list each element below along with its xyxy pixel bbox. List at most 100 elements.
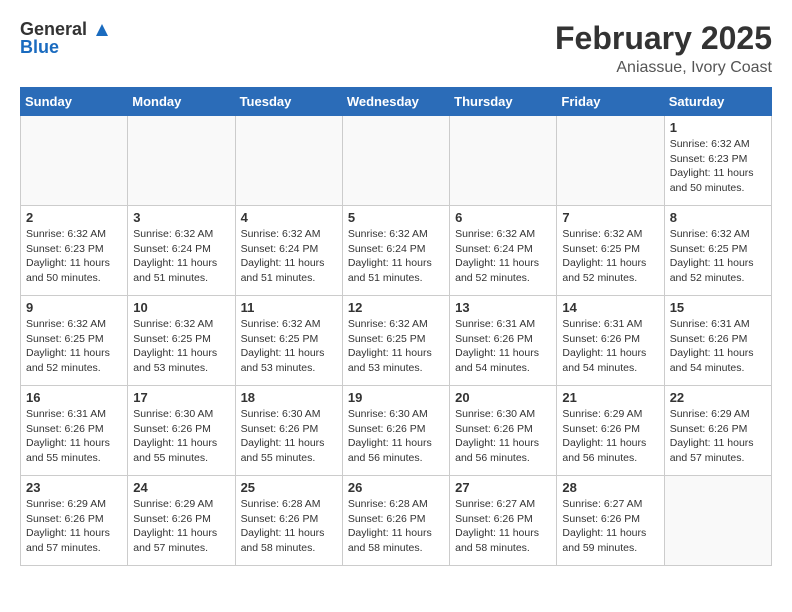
day-info: Sunrise: 6:31 AM Sunset: 6:26 PM Dayligh…	[455, 317, 551, 376]
calendar-cell: 11 Sunrise: 6:32 AM Sunset: 6:25 PM Dayli…	[235, 296, 342, 386]
calendar-cell: 18Sunrise: 6:30 AM Sunset: 6:26 PM Dayli…	[235, 386, 342, 476]
day-number: 3	[133, 210, 229, 225]
day-number: 2	[26, 210, 122, 225]
weekday-header-monday: Monday	[128, 88, 235, 116]
logo-triangle-icon	[94, 22, 110, 38]
day-number: 26	[348, 480, 444, 495]
day-number: 20	[455, 390, 551, 405]
weekday-header-thursday: Thursday	[450, 88, 557, 116]
day-number: 22	[670, 390, 766, 405]
day-number: 4	[241, 210, 337, 225]
calendar-cell: 2 Sunrise: 6:32 AM Sunset: 6:23 PM Daylig…	[21, 206, 128, 296]
day-number: 7	[562, 210, 658, 225]
day-info: Sunrise: 6:32 AM Sunset: 6:25 PM Dayligh…	[241, 317, 337, 376]
calendar-cell: 10Sunrise: 6:32 AM Sunset: 6:25 PM Dayli…	[128, 296, 235, 386]
day-info: Sunrise: 6:31 AM Sunset: 6:26 PM Dayligh…	[670, 317, 766, 376]
calendar-cell: 7Sunrise: 6:32 AM Sunset: 6:25 PM Daylig…	[557, 206, 664, 296]
logo-general: General	[20, 20, 110, 38]
week-row-3: 16 Sunrise: 6:31 AM Sunset: 6:26 PM Dayli…	[21, 386, 772, 476]
calendar-cell: 19Sunrise: 6:30 AM Sunset: 6:26 PM Dayli…	[342, 386, 449, 476]
calendar-cell: 16 Sunrise: 6:31 AM Sunset: 6:26 PM Dayli…	[21, 386, 128, 476]
day-info: Sunrise: 6:28 AM Sunset: 6:26 PM Dayligh…	[241, 497, 337, 556]
calendar-cell	[128, 116, 235, 206]
day-number: 1	[670, 120, 766, 135]
day-number: 6	[455, 210, 551, 225]
day-info: Sunrise: 6:30 AM Sunset: 6:26 PM Dayligh…	[133, 407, 229, 466]
calendar-cell	[557, 116, 664, 206]
day-number: 14	[562, 300, 658, 315]
day-info: Sunrise: 6:28 AM Sunset: 6:26 PM Dayligh…	[348, 497, 444, 556]
calendar-cell: 5 Sunrise: 6:32 AM Sunset: 6:24 PM Daylig…	[342, 206, 449, 296]
day-number: 15	[670, 300, 766, 315]
week-row-0: 1 Sunrise: 6:32 AM Sunset: 6:23 PM Daylig…	[21, 116, 772, 206]
weekday-header-row: SundayMondayTuesdayWednesdayThursdayFrid…	[21, 88, 772, 116]
weekday-header-friday: Friday	[557, 88, 664, 116]
calendar-cell	[21, 116, 128, 206]
day-info: Sunrise: 6:32 AM Sunset: 6:24 PM Dayligh…	[455, 227, 551, 286]
day-number: 21	[562, 390, 658, 405]
calendar-cell	[235, 116, 342, 206]
day-info: Sunrise: 6:32 AM Sunset: 6:24 PM Dayligh…	[348, 227, 444, 286]
calendar-table: SundayMondayTuesdayWednesdayThursdayFrid…	[20, 87, 772, 566]
calendar-cell: 12 Sunrise: 6:32 AM Sunset: 6:25 PM Dayli…	[342, 296, 449, 386]
day-info: Sunrise: 6:29 AM Sunset: 6:26 PM Dayligh…	[562, 407, 658, 466]
day-info: Sunrise: 6:29 AM Sunset: 6:26 PM Dayligh…	[26, 497, 122, 556]
week-row-1: 2 Sunrise: 6:32 AM Sunset: 6:23 PM Daylig…	[21, 206, 772, 296]
week-row-2: 9 Sunrise: 6:32 AM Sunset: 6:25 PM Daylig…	[21, 296, 772, 386]
calendar-cell: 20 Sunrise: 6:30 AM Sunset: 6:26 PM Dayli…	[450, 386, 557, 476]
calendar-cell: 4 Sunrise: 6:32 AM Sunset: 6:24 PM Daylig…	[235, 206, 342, 296]
calendar-cell: 21 Sunrise: 6:29 AM Sunset: 6:26 PM Dayli…	[557, 386, 664, 476]
calendar-cell: 6 Sunrise: 6:32 AM Sunset: 6:24 PM Daylig…	[450, 206, 557, 296]
calendar-cell: 25 Sunrise: 6:28 AM Sunset: 6:26 PM Dayli…	[235, 476, 342, 566]
calendar-cell: 1 Sunrise: 6:32 AM Sunset: 6:23 PM Daylig…	[664, 116, 771, 206]
day-info: Sunrise: 6:32 AM Sunset: 6:23 PM Dayligh…	[670, 137, 766, 196]
calendar-cell: 8 Sunrise: 6:32 AM Sunset: 6:25 PM Daylig…	[664, 206, 771, 296]
day-number: 5	[348, 210, 444, 225]
page-header: General Blue February 2025 Aniassue, Ivo…	[20, 20, 772, 77]
calendar-cell: 9 Sunrise: 6:32 AM Sunset: 6:25 PM Daylig…	[21, 296, 128, 386]
day-number: 24	[133, 480, 229, 495]
calendar-cell: 28 Sunrise: 6:27 AM Sunset: 6:26 PM Dayli…	[557, 476, 664, 566]
day-info: Sunrise: 6:31 AM Sunset: 6:26 PM Dayligh…	[26, 407, 122, 466]
day-info: Sunrise: 6:30 AM Sunset: 6:26 PM Dayligh…	[348, 407, 444, 466]
calendar-cell: 27Sunrise: 6:27 AM Sunset: 6:26 PM Dayli…	[450, 476, 557, 566]
weekday-header-saturday: Saturday	[664, 88, 771, 116]
day-info: Sunrise: 6:31 AM Sunset: 6:26 PM Dayligh…	[562, 317, 658, 376]
day-info: Sunrise: 6:32 AM Sunset: 6:24 PM Dayligh…	[133, 227, 229, 286]
day-info: Sunrise: 6:29 AM Sunset: 6:26 PM Dayligh…	[670, 407, 766, 466]
month-title: February 2025	[555, 20, 772, 57]
day-info: Sunrise: 6:30 AM Sunset: 6:26 PM Dayligh…	[455, 407, 551, 466]
day-number: 28	[562, 480, 658, 495]
calendar-cell: 24 Sunrise: 6:29 AM Sunset: 6:26 PM Dayli…	[128, 476, 235, 566]
calendar-cell	[450, 116, 557, 206]
day-number: 23	[26, 480, 122, 495]
day-number: 8	[670, 210, 766, 225]
day-info: Sunrise: 6:32 AM Sunset: 6:24 PM Dayligh…	[241, 227, 337, 286]
calendar-cell	[342, 116, 449, 206]
calendar-cell: 13 Sunrise: 6:31 AM Sunset: 6:26 PM Dayli…	[450, 296, 557, 386]
day-number: 25	[241, 480, 337, 495]
day-number: 9	[26, 300, 122, 315]
day-info: Sunrise: 6:32 AM Sunset: 6:23 PM Dayligh…	[26, 227, 122, 286]
day-number: 11	[241, 300, 337, 315]
calendar-cell: 22 Sunrise: 6:29 AM Sunset: 6:26 PM Dayli…	[664, 386, 771, 476]
weekday-header-sunday: Sunday	[21, 88, 128, 116]
day-info: Sunrise: 6:32 AM Sunset: 6:25 PM Dayligh…	[26, 317, 122, 376]
day-info: Sunrise: 6:32 AM Sunset: 6:25 PM Dayligh…	[670, 227, 766, 286]
calendar-cell: 14 Sunrise: 6:31 AM Sunset: 6:26 PM Dayli…	[557, 296, 664, 386]
day-number: 17	[133, 390, 229, 405]
day-info: Sunrise: 6:29 AM Sunset: 6:26 PM Dayligh…	[133, 497, 229, 556]
day-number: 12	[348, 300, 444, 315]
calendar-cell: 23 Sunrise: 6:29 AM Sunset: 6:26 PM Dayli…	[21, 476, 128, 566]
day-number: 10	[133, 300, 229, 315]
day-number: 13	[455, 300, 551, 315]
day-number: 16	[26, 390, 122, 405]
weekday-header-wednesday: Wednesday	[342, 88, 449, 116]
calendar-cell: 26 Sunrise: 6:28 AM Sunset: 6:26 PM Dayli…	[342, 476, 449, 566]
day-number: 18	[241, 390, 337, 405]
weekday-header-tuesday: Tuesday	[235, 88, 342, 116]
day-info: Sunrise: 6:32 AM Sunset: 6:25 PM Dayligh…	[348, 317, 444, 376]
logo: General Blue	[20, 20, 110, 56]
calendar-cell	[664, 476, 771, 566]
day-info: Sunrise: 6:27 AM Sunset: 6:26 PM Dayligh…	[562, 497, 658, 556]
